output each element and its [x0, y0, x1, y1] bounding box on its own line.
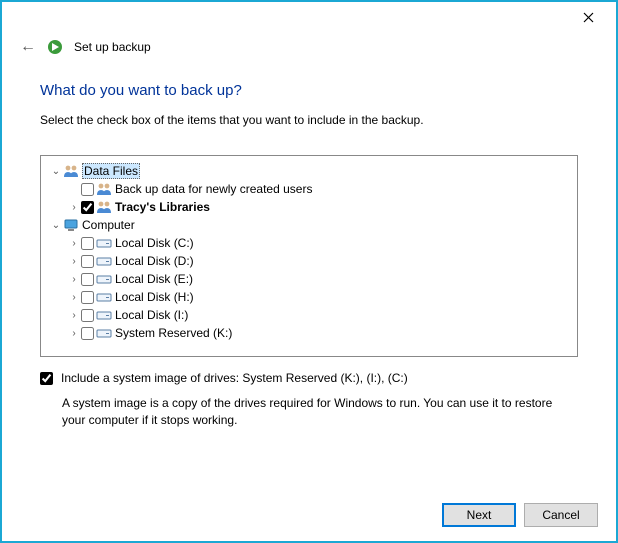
- tree-label: Local Disk (E:): [115, 272, 193, 286]
- computer-icon: [63, 218, 79, 232]
- checkbox-new-users[interactable]: [81, 183, 94, 196]
- checkbox-disk-k[interactable]: [81, 327, 94, 340]
- tree-node-tracy-libraries[interactable]: › Tracy's Libraries: [45, 198, 573, 216]
- drive-icon: [96, 308, 112, 322]
- checkbox-disk-e[interactable]: [81, 273, 94, 286]
- system-image-description: A system image is a copy of the drives r…: [62, 395, 578, 429]
- system-image-option: Include a system image of drives: System…: [40, 371, 578, 385]
- drive-icon: [96, 290, 112, 304]
- tree-label: Tracy's Libraries: [115, 200, 210, 214]
- tree-label: Local Disk (C:): [115, 236, 194, 250]
- tree-label: System Reserved (K:): [115, 326, 232, 340]
- expander-icon[interactable]: ›: [67, 238, 81, 249]
- close-button[interactable]: [568, 4, 608, 30]
- checkbox-tracy[interactable]: [81, 201, 94, 214]
- tree-label: Back up data for newly created users: [115, 182, 312, 196]
- drive-icon: [96, 254, 112, 268]
- cancel-button[interactable]: Cancel: [524, 503, 598, 527]
- tree-label: Data Files: [82, 163, 140, 179]
- backup-tree[interactable]: ⌄ Data Files › Back up data for newly cr…: [40, 155, 578, 357]
- expander-icon[interactable]: ›: [67, 202, 81, 213]
- expander-icon[interactable]: ⌄: [49, 166, 63, 177]
- wizard-header: ← Set up backup: [2, 32, 616, 56]
- back-button[interactable]: ←: [20, 39, 36, 55]
- checkbox-disk-c[interactable]: [81, 237, 94, 250]
- tree-node-new-users[interactable]: › Back up data for newly created users: [45, 180, 573, 198]
- checkbox-disk-h[interactable]: [81, 291, 94, 304]
- tree-node-disk-h[interactable]: › Local Disk (H:): [45, 288, 573, 306]
- wizard-title: Set up backup: [74, 40, 151, 54]
- expander-icon[interactable]: ›: [67, 328, 81, 339]
- expander-icon[interactable]: ⌄: [49, 220, 63, 231]
- content-area: What do you want to back up? Select the …: [2, 56, 616, 429]
- checkbox-system-image[interactable]: [40, 372, 53, 385]
- drive-icon: [96, 236, 112, 250]
- titlebar: [2, 2, 616, 32]
- tree-node-disk-e[interactable]: › Local Disk (E:): [45, 270, 573, 288]
- tree-node-disk-d[interactable]: › Local Disk (D:): [45, 252, 573, 270]
- tree-label: Computer: [82, 218, 135, 232]
- tree-label: Local Disk (I:): [115, 308, 188, 322]
- users-icon: [96, 200, 112, 214]
- tree-label: Local Disk (D:): [115, 254, 194, 268]
- page-instruction: Select the check box of the items that y…: [40, 113, 578, 127]
- expander-icon[interactable]: ›: [67, 256, 81, 267]
- next-button[interactable]: Next: [442, 503, 516, 527]
- button-row: Next Cancel: [442, 503, 598, 527]
- tree-node-computer[interactable]: ⌄ Computer: [45, 216, 573, 234]
- checkbox-disk-d[interactable]: [81, 255, 94, 268]
- tree-node-disk-i[interactable]: › Local Disk (I:): [45, 306, 573, 324]
- page-heading: What do you want to back up?: [40, 82, 578, 99]
- tree-node-data-files[interactable]: ⌄ Data Files: [45, 162, 573, 180]
- expander-icon[interactable]: ›: [67, 274, 81, 285]
- tree-node-disk-k[interactable]: › System Reserved (K:): [45, 324, 573, 342]
- tree-label: Local Disk (H:): [115, 290, 194, 304]
- checkbox-disk-i[interactable]: [81, 309, 94, 322]
- users-icon: [63, 164, 79, 178]
- drive-icon: [96, 272, 112, 286]
- users-icon: [96, 182, 112, 196]
- close-icon: [583, 12, 594, 23]
- drive-icon: [96, 326, 112, 340]
- expander-icon[interactable]: ›: [67, 310, 81, 321]
- system-image-label: Include a system image of drives: System…: [61, 371, 408, 385]
- tree-node-disk-c[interactable]: › Local Disk (C:): [45, 234, 573, 252]
- expander-icon[interactable]: ›: [67, 292, 81, 303]
- wizard-icon: [46, 38, 64, 56]
